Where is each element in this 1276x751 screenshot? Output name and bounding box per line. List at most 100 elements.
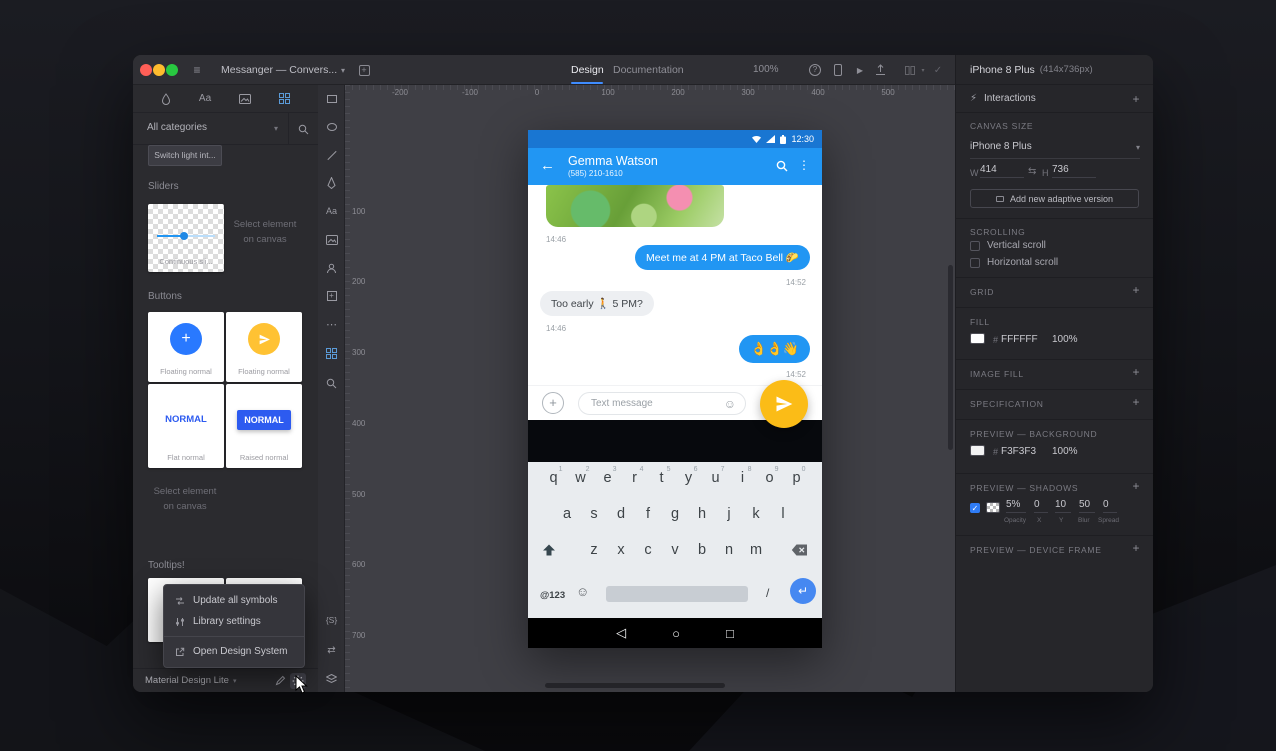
specification-add-button[interactable]: + bbox=[1130, 395, 1142, 409]
preview-background-opacity-field[interactable]: 100% bbox=[1052, 446, 1078, 457]
fill-color-swatch[interactable] bbox=[970, 333, 985, 344]
tab-design[interactable]: Design bbox=[571, 55, 604, 85]
document-title[interactable]: Messanger — Convers... bbox=[221, 55, 337, 85]
preview-background-hex-field[interactable]: F3F3F3 bbox=[1001, 446, 1036, 457]
minimize-window-button[interactable] bbox=[153, 64, 165, 76]
component-card-flat-button[interactable]: NORMAL Flat normal bbox=[148, 384, 224, 468]
code-view-icon[interactable]: {S} bbox=[318, 612, 345, 628]
canvas-size-preset-dropdown[interactable]: iPhone 8 Plus bbox=[970, 141, 1032, 152]
export-icon[interactable] bbox=[873, 55, 887, 85]
shadow-y-field[interactable]: 10 bbox=[1055, 499, 1071, 513]
shadow-spread-field[interactable]: 0 bbox=[1103, 499, 1117, 513]
component-card-slider[interactable]: Continuous sli... bbox=[148, 204, 224, 272]
help-icon[interactable]: ? bbox=[807, 55, 823, 85]
vertical-ruler[interactable] bbox=[345, 85, 350, 692]
search-icon[interactable] bbox=[776, 160, 788, 172]
chat-header[interactable]: ← Gemma Watson (585) 210-1610 ⋮ bbox=[528, 148, 822, 185]
horizontal-scrollbar[interactable] bbox=[545, 683, 725, 688]
keyboard-key[interactable]: 1q bbox=[541, 466, 567, 486]
keyboard-key[interactable]: c bbox=[635, 542, 661, 558]
message-input[interactable]: Text message ☺ bbox=[578, 392, 746, 415]
keyboard-key[interactable]: b bbox=[689, 542, 715, 558]
keyboard-key[interactable]: h bbox=[689, 506, 715, 522]
nav-home-icon[interactable]: ○ bbox=[672, 626, 680, 641]
grid-add-button[interactable]: + bbox=[1130, 283, 1142, 297]
keyboard-key[interactable]: 2w bbox=[568, 466, 594, 486]
attach-plus-icon[interactable]: + bbox=[542, 392, 564, 414]
component-card-fab-blue[interactable]: + Floating normal bbox=[148, 312, 224, 382]
keyboard-key[interactable]: 5t bbox=[649, 466, 675, 486]
text-styles-tab-icon[interactable]: Aa bbox=[199, 93, 211, 104]
shadow-color-swatch[interactable] bbox=[986, 502, 1000, 513]
keyboard-key[interactable]: d bbox=[608, 506, 634, 522]
components-tab-icon[interactable] bbox=[279, 93, 291, 104]
library-name[interactable]: Material Design Lite bbox=[145, 675, 229, 686]
close-window-button[interactable] bbox=[140, 64, 152, 76]
edit-library-pencil-icon[interactable] bbox=[275, 675, 286, 686]
message-bubble-sent[interactable]: Meet me at 4 PM at Taco Bell 🌮 bbox=[635, 245, 810, 270]
tab-documentation[interactable]: Documentation bbox=[613, 55, 684, 85]
back-arrow-icon[interactable]: ← bbox=[540, 157, 555, 174]
nav-recents-icon[interactable]: □ bbox=[726, 626, 734, 641]
shadow-enabled-checkbox[interactable]: ✓ bbox=[970, 503, 980, 513]
fill-hex-field[interactable]: FFFFFF bbox=[1001, 334, 1038, 345]
message-photo[interactable] bbox=[546, 185, 724, 227]
more-tools-icon[interactable]: ⋯ bbox=[318, 316, 345, 332]
keyboard-key[interactable]: m bbox=[743, 542, 769, 558]
nav-back-icon[interactable]: ◁ bbox=[616, 625, 626, 641]
menu-item-update-symbols[interactable]: Update all symbols bbox=[164, 590, 304, 611]
interactions-add-button[interactable]: + bbox=[1130, 92, 1142, 106]
emoji-icon[interactable]: ☺ bbox=[724, 397, 736, 411]
library-search-button[interactable] bbox=[288, 113, 318, 145]
device-mirror-icon[interactable] bbox=[831, 55, 845, 85]
keyboard-key[interactable]: 8i bbox=[730, 466, 756, 486]
chevron-down-icon[interactable]: ▾ bbox=[233, 677, 237, 685]
keyboard-key[interactable]: g bbox=[662, 506, 688, 522]
artboard-iphone-8-plus[interactable]: 12:30 ← Gemma Watson (585) 210-1610 ⋮ 14… bbox=[528, 130, 822, 648]
oval-tool-icon[interactable] bbox=[318, 119, 345, 135]
keyboard-key[interactable]: f bbox=[635, 506, 661, 522]
horizontal-scroll-label[interactable]: Horizontal scroll bbox=[987, 257, 1058, 268]
flows-icon[interactable]: ⇄ bbox=[318, 642, 345, 658]
chat-area[interactable]: 14:46 Meet me at 4 PM at Taco Bell 🌮 14:… bbox=[528, 185, 822, 385]
keyboard-key[interactable]: l bbox=[770, 506, 796, 522]
components-panel-icon[interactable] bbox=[318, 345, 345, 361]
android-nav-bar[interactable]: ◁ ○ □ bbox=[528, 618, 822, 648]
line-tool-icon[interactable] bbox=[318, 147, 345, 163]
symbols-key[interactable]: @123 bbox=[540, 590, 565, 601]
hamburger-menu-icon[interactable]: ≡ bbox=[189, 55, 205, 85]
swap-dimensions-icon[interactable]: ⇆ bbox=[1028, 166, 1036, 177]
component-card-fab-yellow[interactable]: Floating normal bbox=[226, 312, 302, 382]
keyboard-key[interactable]: 3e bbox=[595, 466, 621, 486]
width-field[interactable]: 414 bbox=[980, 164, 1024, 178]
keyboard-key[interactable]: 6y bbox=[676, 466, 702, 486]
menu-item-open-design-system[interactable]: Open Design System bbox=[164, 641, 304, 662]
emoji-key[interactable]: ☺ bbox=[576, 584, 589, 599]
text-tool-icon[interactable]: Aa bbox=[318, 203, 345, 219]
keyboard-key[interactable]: x bbox=[608, 542, 634, 558]
hotspot-tool-icon[interactable]: + bbox=[318, 288, 345, 304]
vertical-scroll-label[interactable]: Vertical scroll bbox=[987, 240, 1046, 251]
keyboard-key[interactable]: v bbox=[662, 542, 688, 558]
image-fill-add-button[interactable]: + bbox=[1130, 365, 1142, 379]
keyboard-key[interactable]: 7u bbox=[703, 466, 729, 486]
zoom-tool-icon[interactable] bbox=[318, 375, 345, 391]
space-key[interactable] bbox=[606, 586, 748, 602]
pen-tool-icon[interactable] bbox=[318, 175, 345, 191]
message-bubble-sent-emoji[interactable]: 👌👌👋 bbox=[739, 335, 810, 363]
interactions-row[interactable]: ⚡ Interactions bbox=[956, 85, 1153, 112]
styles-tab-droplet-icon[interactable] bbox=[161, 92, 171, 105]
rectangle-tool-icon[interactable] bbox=[318, 91, 345, 107]
keyboard-key[interactable]: k bbox=[743, 506, 769, 522]
chevron-down-icon[interactable]: ▾ bbox=[919, 55, 927, 85]
send-button[interactable] bbox=[760, 380, 808, 428]
fill-opacity-field[interactable]: 100% bbox=[1052, 334, 1078, 345]
preview-device-frame-add-button[interactable]: + bbox=[1130, 541, 1142, 555]
vertical-scroll-checkbox[interactable] bbox=[970, 241, 980, 251]
height-field[interactable]: 736 bbox=[1052, 164, 1096, 178]
shadow-opacity-field[interactable]: 5% bbox=[1006, 499, 1026, 513]
layout-columns-icon[interactable] bbox=[903, 55, 917, 85]
category-dropdown[interactable]: All categories ▾ bbox=[133, 113, 318, 145]
add-adaptive-version-button[interactable]: Add new adaptive version bbox=[970, 189, 1139, 208]
horizontal-ruler[interactable] bbox=[345, 85, 955, 90]
